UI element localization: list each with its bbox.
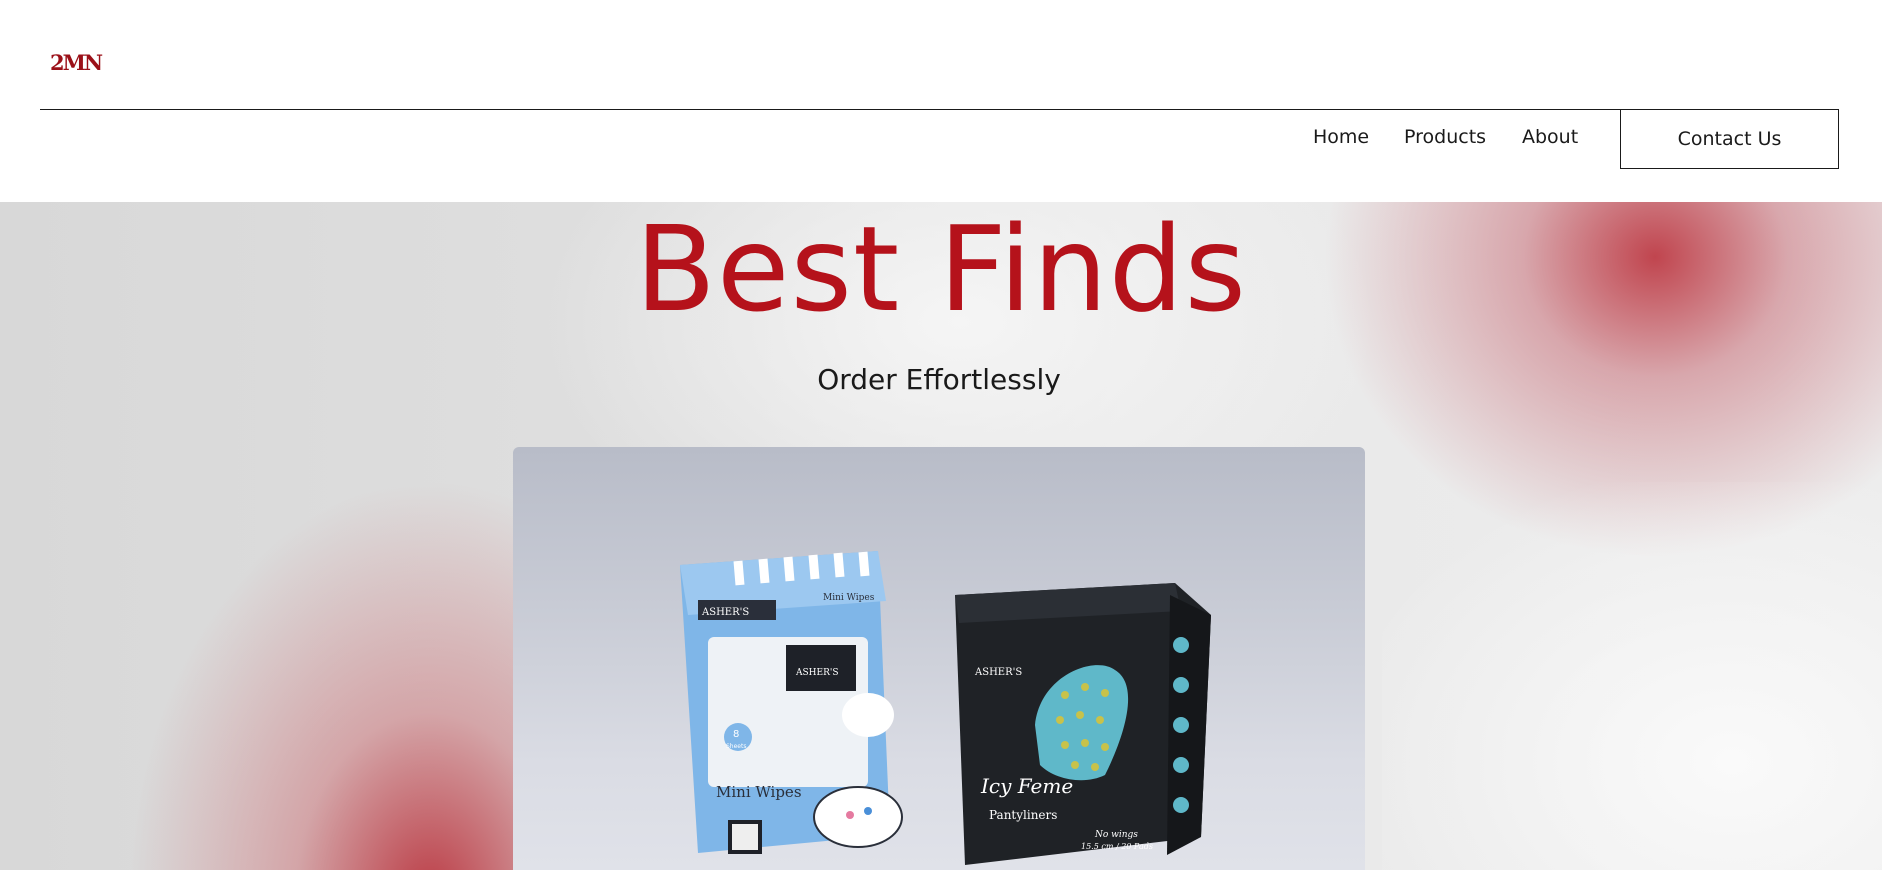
svg-text:ASHER'S: ASHER'S: [974, 667, 1022, 678]
product-photo: ASHER'S Mini Wipes ASHER'S 8 Sheets Mini…: [513, 447, 1365, 870]
svg-text:15.5 cm / 20 Pads: 15.5 cm / 20 Pads: [1081, 842, 1153, 851]
nav-home-link[interactable]: Home: [1313, 126, 1369, 148]
contact-us-button[interactable]: Contact Us: [1620, 109, 1839, 169]
svg-text:Mini Wipes: Mini Wipes: [716, 783, 802, 801]
nav-products-link[interactable]: Products: [1404, 126, 1486, 148]
hero-title: Best Finds: [634, 202, 1248, 338]
icy-feme-pantyliners-image: ASHER'S Icy Feme Pantyliners No wings 15…: [955, 583, 1211, 865]
hero-background-fade: [1382, 482, 1882, 870]
svg-text:ASHER'S: ASHER'S: [701, 607, 749, 618]
svg-text:Sheets: Sheets: [726, 743, 746, 750]
header-divider: [40, 109, 1839, 110]
site-header: 2MN Home Products About Contact Us: [0, 0, 1882, 202]
svg-text:Pantyliners: Pantyliners: [989, 808, 1057, 822]
hero-section: Best Finds Order Effortlessly ASHER'S Mi…: [0, 202, 1882, 870]
nav-about-link[interactable]: About: [1522, 126, 1578, 148]
svg-text:8: 8: [733, 729, 739, 740]
svg-text:No wings: No wings: [1094, 830, 1138, 840]
mini-wipes-pack-image: ASHER'S Mini Wipes ASHER'S 8 Sheets Mini…: [680, 551, 903, 854]
svg-text:Icy Feme: Icy Feme: [980, 774, 1073, 798]
hero-subtitle: Order Effortlessly: [817, 363, 1061, 396]
site-logo[interactable]: 2MN: [50, 52, 103, 74]
svg-text:ASHER'S: ASHER'S: [795, 668, 839, 678]
svg-text:Mini Wipes: Mini Wipes: [823, 593, 875, 603]
